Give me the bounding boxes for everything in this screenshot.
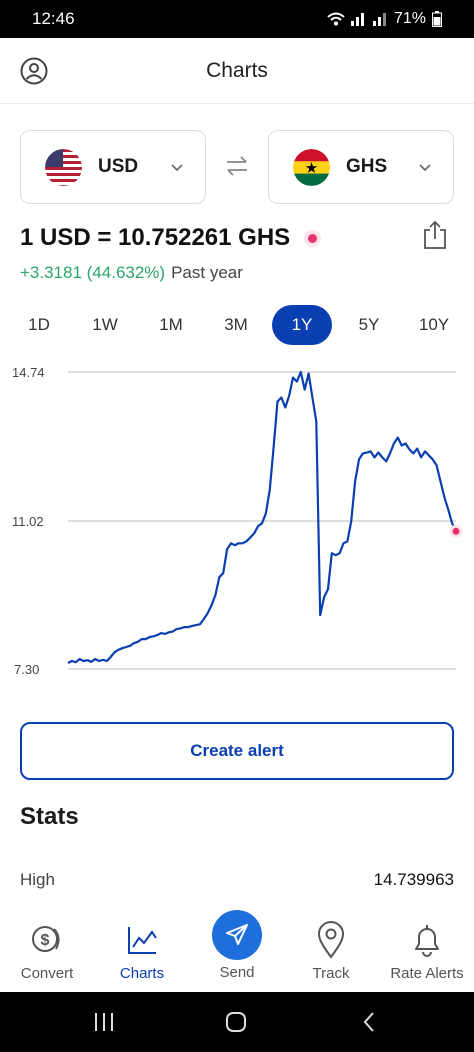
app-header: Charts: [0, 38, 474, 104]
status-time: 12:46: [32, 9, 75, 28]
stat-high-label: High: [20, 870, 55, 889]
battery-level: 71%: [393, 10, 426, 27]
recent-apps-icon[interactable]: [92, 1010, 116, 1034]
rate-change-value: +3.3181 (44.632%): [20, 263, 166, 282]
range-tab-10y[interactable]: 10Y: [404, 305, 464, 345]
to-currency-code: GHS: [346, 156, 388, 177]
wifi-icon: [327, 12, 345, 26]
range-tab-1w[interactable]: 1W: [75, 305, 135, 345]
signal-icon: [350, 13, 364, 26]
signal-icon-2: [372, 13, 386, 26]
to-currency-select[interactable]: GHS: [268, 130, 454, 204]
from-currency-select[interactable]: USD: [20, 130, 206, 204]
y-tick-label: 7.30: [14, 662, 39, 677]
share-icon[interactable]: [422, 220, 448, 250]
page-title: Charts: [206, 58, 268, 82]
nav-send-label: Send: [219, 964, 255, 981]
us-flag-icon: [45, 148, 82, 186]
range-tab-1y[interactable]: 1Y: [272, 305, 332, 345]
location-pin-icon: [311, 920, 351, 960]
back-icon[interactable]: [358, 1010, 382, 1034]
nav-charts-label: Charts: [119, 965, 165, 982]
range-tabs: 1D 1W 1M 3M 1Y 5Y 10Y: [0, 305, 474, 345]
stat-row-high: High 14.739963: [20, 870, 454, 890]
nav-charts[interactable]: Charts: [103, 900, 181, 992]
stat-high-value: 14.739963: [373, 870, 454, 889]
swap-icon[interactable]: [224, 153, 250, 179]
y-tick-label: 11.02: [12, 514, 44, 529]
ghana-flag-icon: [293, 148, 330, 186]
nav-rate-alerts-label: Rate Alerts: [390, 965, 464, 982]
profile-icon[interactable]: [20, 57, 48, 85]
from-currency-code: USD: [98, 156, 139, 177]
rate-change-period: Past year: [171, 263, 243, 282]
nav-convert[interactable]: $ Convert: [8, 900, 86, 992]
system-nav-bar: [0, 992, 474, 1052]
exchange-rate-text: 1 USD = 10.752261 GHS: [20, 224, 291, 251]
create-alert-button[interactable]: Create alert: [20, 722, 454, 780]
exchange-rate: 1 USD = 10.752261 GHS: [20, 224, 318, 252]
nav-track-label: Track: [312, 965, 350, 982]
status-bar: 12:46 71%: [0, 0, 474, 38]
series-line: [67, 370, 457, 664]
nav-rate-alerts[interactable]: Rate Alerts: [386, 900, 468, 992]
current-point-marker: [449, 524, 463, 538]
range-tab-1m[interactable]: 1M: [141, 305, 201, 345]
rate-chart[interactable]: 14.74 11.02 7.30: [0, 355, 474, 695]
rate-chart-svg: 14.74 11.02 7.30: [12, 365, 463, 677]
nav-convert-label: Convert: [20, 965, 74, 982]
home-icon[interactable]: [224, 1010, 248, 1034]
nav-track[interactable]: Track: [292, 900, 370, 992]
y-tick-label: 14.74: [12, 365, 45, 380]
chevron-down-icon: [171, 164, 183, 172]
charts-icon: [122, 920, 162, 960]
convert-icon: $: [27, 920, 67, 960]
range-tab-3m[interactable]: 3M: [206, 305, 266, 345]
svg-text:$: $: [41, 932, 50, 949]
bell-icon: [407, 920, 447, 960]
chevron-down-icon: [419, 164, 431, 172]
stats-title: Stats: [20, 803, 79, 830]
range-tab-5y[interactable]: 5Y: [339, 305, 399, 345]
rate-change: +3.3181 (44.632%) Past year: [20, 263, 243, 283]
send-icon: [212, 910, 262, 960]
live-indicator: [308, 233, 318, 243]
nav-send[interactable]: Send: [198, 900, 276, 992]
status-icons: [326, 11, 388, 27]
bottom-nav: $ Convert Charts Send Track Rate Alerts: [0, 900, 474, 992]
battery-icon: [432, 11, 442, 27]
range-tab-1d[interactable]: 1D: [9, 305, 69, 345]
status-right: 71%: [326, 10, 442, 28]
